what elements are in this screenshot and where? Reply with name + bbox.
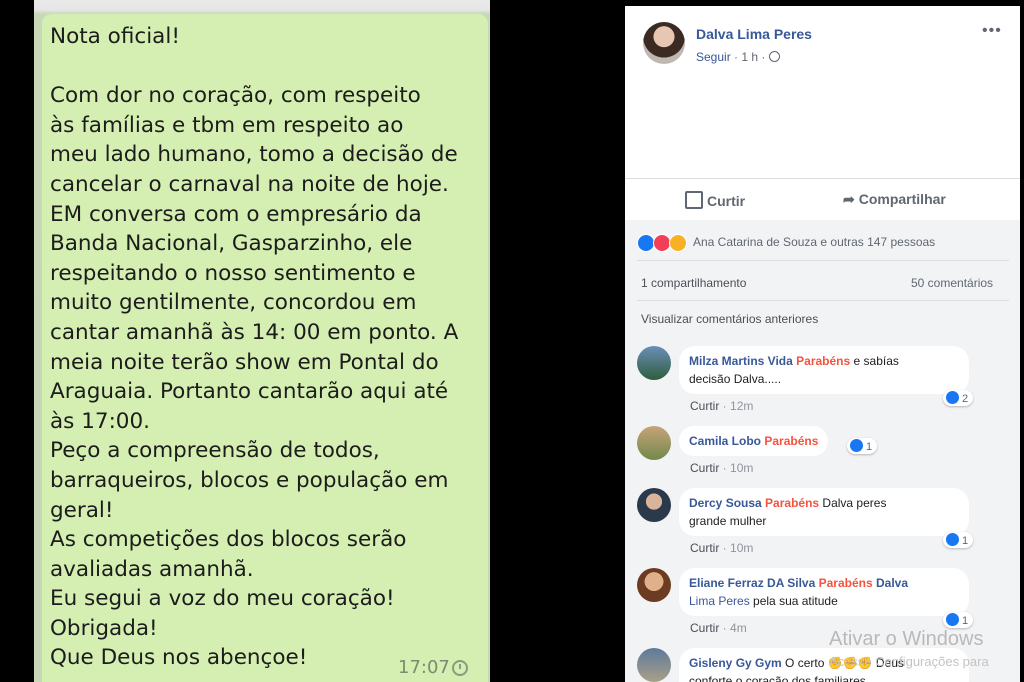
comment-meta: Curtir · 4m <box>690 621 747 635</box>
comment-like-link[interactable]: Curtir <box>690 541 719 555</box>
comment-likes[interactable]: 1 <box>943 612 974 628</box>
message-time: 17:07 <box>398 657 450 678</box>
comment-text: O certo <box>781 656 825 670</box>
comment-time[interactable]: 10m <box>730 461 753 475</box>
activation-watermark: Ativar o Windows <box>829 628 984 650</box>
likes-count: 2 <box>962 393 969 405</box>
share-label: Compartilhar <box>858 191 946 207</box>
comment-likes[interactable]: 1 <box>847 438 878 454</box>
comment-time[interactable]: 10m <box>730 541 753 555</box>
commenter-name[interactable]: Dercy Sousa <box>689 496 762 510</box>
comment-like-link[interactable]: Curtir <box>690 461 719 475</box>
comment-highlight[interactable]: Parabéns <box>765 496 819 510</box>
divider <box>637 300 1009 301</box>
post-meta: Seguir · 1 h · <box>696 50 780 64</box>
comment-meta: Curtir · 10m <box>690 541 754 555</box>
like-icon <box>946 613 959 626</box>
commenter-name[interactable]: Eliane Ferraz DA Silva <box>689 576 815 590</box>
clock-icon <box>452 660 468 676</box>
commenter-avatar[interactable] <box>637 568 671 602</box>
activation-watermark-sub: Acesse Configurações para <box>829 654 989 669</box>
comment-text-line2: conforte o coração dos familiares <box>689 674 866 682</box>
commenter-avatar[interactable] <box>637 346 671 380</box>
comment-time[interactable]: 12m <box>730 399 753 413</box>
like-icon <box>946 391 959 404</box>
globe-icon <box>768 51 780 62</box>
like-label: Curtir <box>707 193 746 209</box>
like-icon <box>850 439 863 452</box>
commenter-avatar[interactable] <box>637 488 671 522</box>
divider <box>637 260 1009 261</box>
more-options-icon[interactable]: ••• <box>982 22 1002 40</box>
comment-highlight[interactable]: Parabéns <box>819 576 873 590</box>
thumbs-up-icon <box>685 191 703 209</box>
post-actions: Curtir ➦ Compartilhar <box>625 178 1020 221</box>
reactions-text[interactable]: Ana Catarina de Souza e outras 147 pesso… <box>693 235 935 249</box>
follow-link[interactable]: Seguir <box>696 50 731 64</box>
commenter-avatar[interactable] <box>637 648 671 682</box>
comments-count[interactable]: 50 comentários <box>911 276 993 290</box>
like-icon <box>946 533 959 546</box>
likes-count: 1 <box>962 535 969 547</box>
comment-bubble: Eliane Ferraz DA Silva Parabéns Dalva Li… <box>679 568 969 616</box>
share-button[interactable]: ➦ Compartilhar <box>843 191 946 208</box>
mentioned-user[interactable]: Lima Peres <box>689 594 750 608</box>
post-time[interactable]: · 1 h · <box>734 50 765 64</box>
likes-count: 1 <box>866 441 873 453</box>
comment-time[interactable]: 4m <box>730 621 747 635</box>
comment-text-line2: decisão Dalva..... <box>689 372 782 386</box>
message-text: Nota oficial! Com dor no coração, com re… <box>50 24 459 671</box>
commenter-name[interactable]: Camila Lobo <box>689 434 761 448</box>
comment-highlight[interactable]: Parabéns <box>764 434 818 448</box>
view-previous-comments[interactable]: Visualizar comentários anteriores <box>641 312 818 326</box>
comment-text-line2: grande mulher <box>689 514 767 528</box>
comment-text-line2: pela sua atitude <box>753 594 838 608</box>
facebook-post: Dalva Lima Peres Seguir · 1 h · ••• Curt… <box>625 6 1020 682</box>
comment-text: Dalva <box>872 576 909 590</box>
likes-count: 1 <box>962 615 969 627</box>
comment-text: e sabías <box>850 354 899 368</box>
comment-meta: Curtir · 12m <box>690 399 754 413</box>
commenter-avatar[interactable] <box>637 426 671 460</box>
comment-bubble: Milza Martins Vida Parabéns e sabías dec… <box>679 346 969 394</box>
sad-reaction-icon <box>669 234 687 252</box>
commenter-name[interactable]: Milza Martins Vida <box>689 354 793 368</box>
comment-meta: Curtir · 10m <box>690 461 754 475</box>
shares-count[interactable]: 1 compartilhamento <box>641 276 746 290</box>
comment-likes[interactable]: 2 <box>943 390 974 406</box>
like-button[interactable]: Curtir <box>685 191 745 209</box>
comment-bubble: Dercy Sousa Parabéns Dalva peres grande … <box>679 488 969 536</box>
comment-highlight[interactable]: Parabéns <box>796 354 850 368</box>
comment-like-link[interactable]: Curtir <box>690 621 719 635</box>
post-author[interactable]: Dalva Lima Peres <box>696 26 812 42</box>
commenter-name[interactable]: Gisleny Gy Gym <box>689 656 782 670</box>
comment-text: Dalva peres <box>819 496 887 510</box>
share-arrow-icon: ➦ <box>843 191 855 207</box>
comment-likes[interactable]: 1 <box>943 532 974 548</box>
comment-bubble: Camila Lobo Parabéns <box>679 426 829 456</box>
comment-like-link[interactable]: Curtir <box>690 399 719 413</box>
author-avatar[interactable] <box>643 22 685 64</box>
